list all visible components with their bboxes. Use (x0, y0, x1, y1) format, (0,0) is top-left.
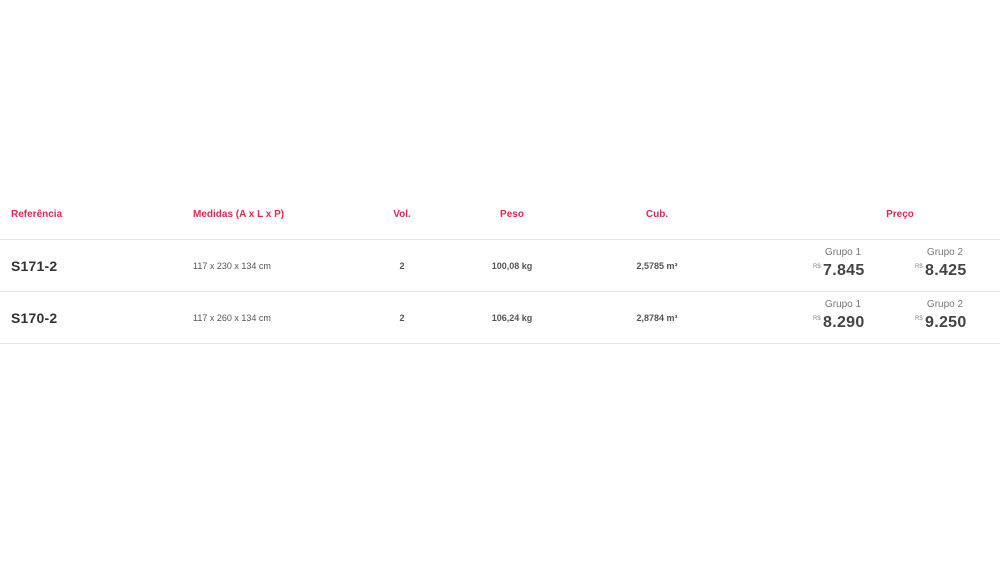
peso-value: 106,24 kg (491, 312, 533, 323)
header-medidas: Medidas (A x L x P) (193, 209, 285, 220)
price-amount: 8.290 (823, 314, 865, 331)
row-referencia: S170-2 (11, 292, 161, 343)
price-group-2: Grupo 2 R$ 8.425 (910, 247, 980, 287)
medidas-value: 117 x 260 x 134 cm (193, 312, 271, 323)
referencia-value: S170-2 (11, 309, 58, 326)
row-cub: 2,5785 m³ (617, 240, 697, 291)
row-vol: 2 (372, 240, 432, 291)
vol-value: 2 (399, 260, 405, 271)
currency-symbol: R$ (915, 316, 923, 322)
cub-value: 2,5785 m³ (636, 260, 678, 271)
price-group-2: Grupo 2 R$ 9.250 (910, 299, 980, 339)
currency-symbol: R$ (813, 264, 821, 270)
table-row: S171-2 117 x 230 x 134 cm 2 100,08 kg 2,… (0, 240, 1000, 292)
price-group-label: Grupo 2 (926, 299, 964, 310)
product-table: Referência Medidas (A x L x P) Vol. Peso… (0, 190, 1000, 344)
peso-value: 100,08 kg (491, 260, 533, 271)
row-referencia: S171-2 (11, 240, 161, 291)
page: Referência Medidas (A x L x P) Vol. Peso… (0, 0, 1000, 580)
header-preco: Preço (886, 209, 914, 220)
currency-symbol: R$ (813, 316, 821, 322)
price-group-label: Grupo 1 (824, 247, 862, 258)
price-group-label: Grupo 1 (824, 299, 862, 310)
price-group-1: Grupo 1 R$ 8.290 (808, 299, 878, 339)
currency-symbol: R$ (915, 264, 923, 270)
row-peso: 106,24 kg (472, 292, 552, 343)
row-vol: 2 (372, 292, 432, 343)
table-row: S170-2 117 x 260 x 134 cm 2 106,24 kg 2,… (0, 292, 1000, 344)
vol-value: 2 (399, 312, 405, 323)
referencia-value: S171-2 (11, 257, 58, 274)
row-peso: 100,08 kg (472, 240, 552, 291)
header-peso: Peso (500, 209, 524, 220)
header-cub: Cub. (645, 209, 669, 220)
row-medidas: 117 x 260 x 134 cm (193, 292, 363, 343)
header-referencia: Referência (11, 209, 63, 220)
price-group-label: Grupo 2 (926, 247, 964, 258)
row-medidas: 117 x 230 x 134 cm (193, 240, 363, 291)
price-group-1: Grupo 1 R$ 7.845 (808, 247, 878, 287)
medidas-value: 117 x 230 x 134 cm (193, 260, 271, 271)
price-amount: 8.425 (925, 262, 967, 279)
table-header-row: Referência Medidas (A x L x P) Vol. Peso… (0, 190, 1000, 240)
header-vol: Vol. (393, 209, 411, 220)
price-amount: 9.250 (925, 314, 967, 331)
cub-value: 2,8784 m³ (636, 312, 678, 323)
price-amount: 7.845 (823, 262, 865, 279)
row-cub: 2,8784 m³ (617, 292, 697, 343)
